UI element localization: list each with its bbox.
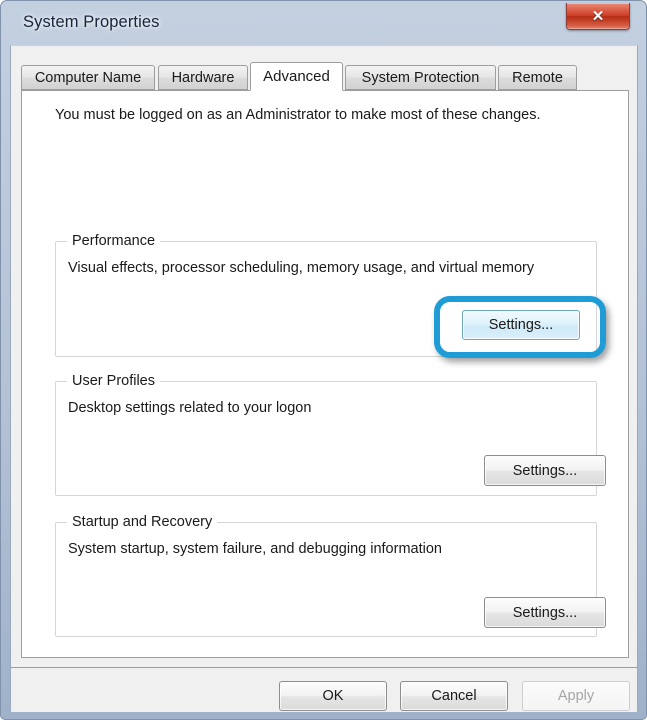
tab-label: Hardware — [171, 69, 235, 86]
system-properties-window: System Properties ✕ Computer Name Hardwa… — [0, 0, 647, 720]
tab-strip: Computer Name Hardware Advanced System P… — [21, 62, 621, 91]
close-icon: ✕ — [591, 7, 605, 25]
startup-recovery-group-label: Startup and Recovery — [67, 514, 218, 530]
administrator-notice: You must be logged on as an Administrato… — [55, 107, 541, 123]
dialog-button-bar: OK Cancel Apply — [11, 668, 637, 712]
tab-hardware[interactable]: Hardware — [158, 65, 248, 90]
button-label: Apply — [557, 688, 595, 704]
advanced-tab-panel: You must be logged on as an Administrato… — [21, 90, 629, 699]
user-profiles-group-description: Desktop settings related to your logon — [68, 400, 312, 416]
cancel-button[interactable]: Cancel — [400, 681, 508, 711]
dialog-client-area: Computer Name Hardware Advanced System P… — [10, 45, 638, 712]
tab-advanced[interactable]: Advanced — [250, 62, 343, 91]
button-label: OK — [322, 688, 344, 704]
performance-group-description: Visual effects, processor scheduling, me… — [68, 260, 535, 276]
apply-button: Apply — [522, 681, 630, 711]
button-label: Cancel — [431, 688, 477, 704]
button-label: Settings... — [512, 604, 578, 621]
startup-recovery-group-description: System startup, system failure, and debu… — [68, 541, 442, 557]
tab-remote[interactable]: Remote — [498, 65, 577, 90]
tab-label: System Protection — [361, 69, 480, 86]
tab-label: Remote — [512, 69, 563, 86]
button-label: Settings... — [512, 462, 578, 479]
tab-system-protection[interactable]: System Protection — [345, 65, 496, 90]
window-frame-inner: System Properties ✕ Computer Name Hardwa… — [6, 2, 642, 714]
title-bar[interactable]: System Properties ✕ — [6, 2, 642, 45]
performance-settings-button[interactable]: Settings... — [462, 310, 580, 340]
tab-label: Computer Name — [34, 69, 142, 86]
button-label: Settings... — [488, 317, 554, 333]
startup-recovery-settings-button[interactable]: Settings... — [484, 597, 606, 628]
user-profiles-settings-button[interactable]: Settings... — [484, 455, 606, 486]
performance-group-label: Performance — [67, 233, 161, 249]
tab-label: Advanced — [263, 68, 330, 85]
tab-computer-name[interactable]: Computer Name — [21, 65, 155, 90]
user-profiles-group-label: User Profiles — [67, 373, 160, 389]
close-button[interactable]: ✕ — [566, 3, 630, 30]
ok-button[interactable]: OK — [279, 681, 387, 711]
window-title: System Properties — [23, 13, 160, 31]
